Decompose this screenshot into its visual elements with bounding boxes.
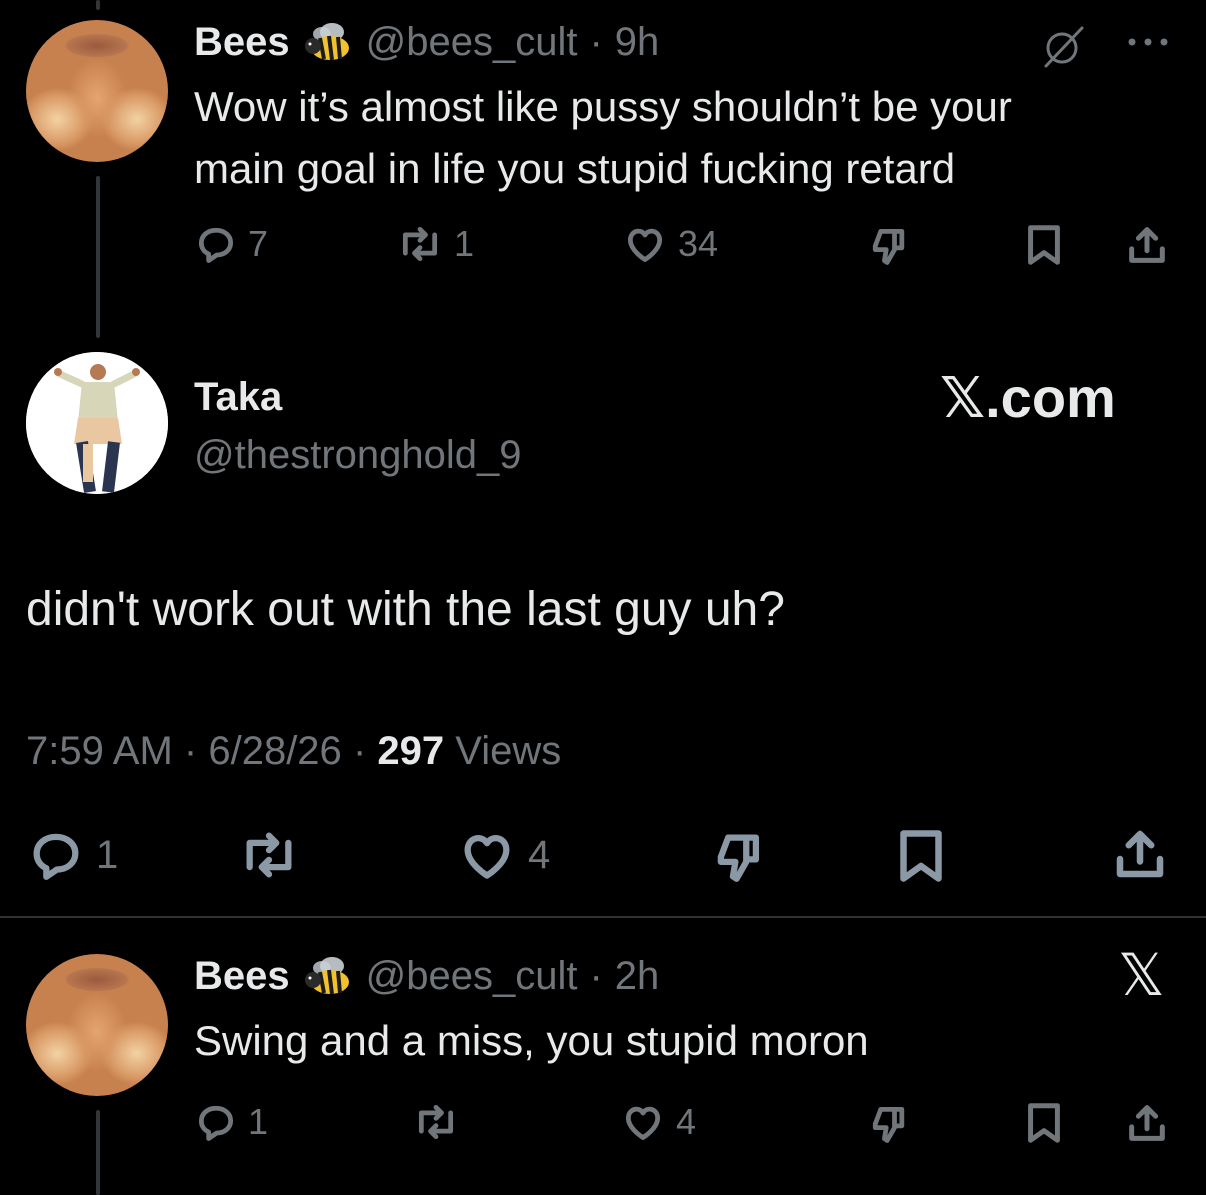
repost-button[interactable] bbox=[236, 826, 302, 884]
thread-line bbox=[96, 176, 100, 338]
share-button[interactable] bbox=[1124, 222, 1170, 268]
like-button[interactable]: 34 bbox=[622, 222, 718, 266]
handle[interactable]: @bees_cult bbox=[366, 20, 578, 65]
like-icon bbox=[627, 228, 663, 262]
share-icon bbox=[1129, 227, 1165, 263]
timestamp[interactable]: 2h bbox=[615, 954, 660, 999]
repost-icon bbox=[418, 1104, 454, 1140]
dislike-icon bbox=[872, 228, 905, 265]
dislike-button[interactable] bbox=[708, 828, 770, 886]
repost-button[interactable] bbox=[412, 1100, 460, 1144]
like-icon bbox=[625, 1106, 661, 1140]
share-button[interactable] bbox=[1124, 1100, 1170, 1146]
avatar-bees[interactable] bbox=[26, 954, 168, 1096]
display-name[interactable]: Bees bbox=[194, 20, 290, 65]
share-icon bbox=[1116, 830, 1164, 878]
bookmark-icon bbox=[1028, 1103, 1060, 1143]
repost-icon bbox=[402, 226, 438, 262]
dislike-icon bbox=[872, 1106, 905, 1143]
timestamp[interactable]: 9h bbox=[615, 20, 660, 65]
separator: · bbox=[589, 953, 603, 998]
like-button[interactable]: 4 bbox=[456, 826, 550, 884]
repost-icon bbox=[246, 832, 292, 878]
share-button[interactable] bbox=[1110, 824, 1170, 884]
reply-icon bbox=[198, 227, 234, 263]
reply-button[interactable]: 1 bbox=[26, 826, 118, 884]
bookmark-button[interactable] bbox=[1024, 1100, 1064, 1146]
like-icon bbox=[464, 834, 510, 879]
reply-count: 7 bbox=[248, 223, 269, 264]
tweet-text-line1: Wow it’s almost like pussy shouldn’t be … bbox=[194, 83, 1012, 130]
repost-button[interactable]: 1 bbox=[396, 222, 474, 266]
x-logo-icon[interactable]: 𝕏 bbox=[1118, 944, 1165, 1008]
dislike-button[interactable] bbox=[866, 224, 912, 268]
display-name[interactable]: Taka bbox=[194, 370, 282, 424]
bookmark-button[interactable] bbox=[1024, 222, 1064, 268]
dislike-icon bbox=[717, 834, 760, 882]
reply-button[interactable]: 7 bbox=[194, 222, 268, 266]
tweet-text: Wow it’s almost like pussy shouldn’t be … bbox=[194, 76, 1184, 200]
bookmark-icon bbox=[1028, 225, 1060, 265]
share-icon bbox=[1129, 1105, 1165, 1141]
separator: · bbox=[589, 19, 603, 64]
tweet-time[interactable]: 7:59 AM bbox=[26, 729, 173, 773]
reply-button[interactable]: 1 bbox=[194, 1100, 268, 1144]
tweet-date[interactable]: 6/28/26 bbox=[208, 729, 341, 773]
views-label: Views bbox=[455, 729, 562, 773]
tweet-meta: 7:59 AM · 6/28/26 · 297 Views bbox=[26, 724, 561, 778]
divider bbox=[0, 916, 1206, 918]
tweet-text: Swing and a miss, you stupid moron bbox=[194, 1017, 869, 1064]
x-com-watermark: 𝕏.com bbox=[940, 366, 1116, 429]
tweet-text-line2: main goal in life you stupid fucking ret… bbox=[194, 145, 956, 192]
dislike-button[interactable] bbox=[866, 1102, 912, 1146]
thread-line-top bbox=[96, 0, 100, 10]
bookmark-icon bbox=[900, 830, 942, 882]
like-count: 4 bbox=[528, 832, 551, 877]
bee-emoji-icon bbox=[302, 22, 354, 62]
like-count: 4 bbox=[676, 1101, 697, 1142]
handle[interactable]: @thestronghold_9 bbox=[194, 428, 522, 482]
tweet-text: didn't work out with the last guy uh? bbox=[26, 583, 785, 636]
reply-icon bbox=[198, 1105, 234, 1141]
display-name[interactable]: Bees bbox=[194, 954, 290, 999]
bookmark-button[interactable] bbox=[894, 826, 948, 886]
more-icon[interactable] bbox=[1124, 34, 1176, 55]
like-button[interactable]: 4 bbox=[620, 1100, 696, 1144]
reply-count: 1 bbox=[248, 1101, 269, 1142]
views-count[interactable]: 297 bbox=[377, 729, 444, 773]
like-count: 34 bbox=[678, 223, 719, 264]
separator: · bbox=[183, 729, 198, 773]
avatar-bees[interactable] bbox=[26, 20, 168, 162]
avatar-taka[interactable] bbox=[26, 352, 168, 494]
reply-icon bbox=[33, 833, 79, 880]
repost-count: 1 bbox=[454, 223, 475, 264]
handle[interactable]: @bees_cult bbox=[366, 954, 578, 999]
grok-icon[interactable] bbox=[1040, 22, 1088, 75]
separator: · bbox=[352, 729, 367, 773]
reply-count: 1 bbox=[96, 832, 119, 877]
thread-line bbox=[96, 1110, 100, 1195]
bee-emoji-icon bbox=[302, 956, 354, 996]
